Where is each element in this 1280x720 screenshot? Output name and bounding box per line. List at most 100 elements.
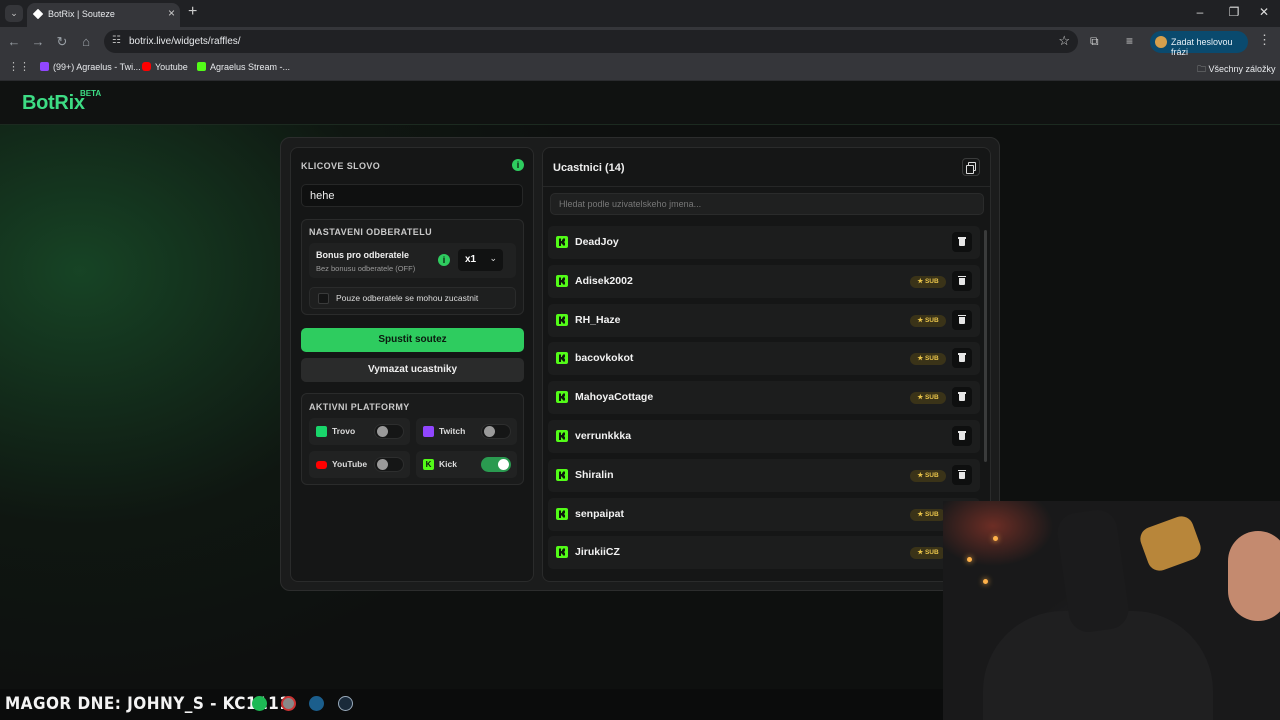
bookmark-star-icon[interactable]: ☆	[1058, 33, 1070, 49]
delete-participant-button[interactable]	[952, 232, 972, 252]
reload-icon[interactable]: ↻	[54, 34, 70, 50]
delete-participant-button[interactable]	[952, 426, 972, 446]
twitch-icon	[40, 62, 49, 71]
scrollbar[interactable]	[984, 230, 987, 462]
delete-participant-button[interactable]	[952, 348, 972, 369]
clear-participants-button[interactable]: Vymazat ucastniky	[301, 358, 524, 382]
stream-ticker: MAGOR DNE: JOHNY_S - KC1111	[0, 689, 943, 720]
kick-icon	[556, 313, 568, 326]
participant-name: verrunkkka	[575, 430, 632, 442]
bookmarks-bar: ⋮⋮ (99+) Agraelus - Twi... Youtube Agrae…	[0, 57, 1280, 81]
only-subscribers-label: Pouze odberatele se mohou zucastnit	[336, 293, 479, 303]
youtube-icon	[142, 62, 151, 71]
participant-row: verrunkkka	[548, 420, 980, 453]
all-bookmarks-label: Všechny záložky	[1208, 64, 1276, 74]
participant-name: Shiralin	[575, 468, 614, 481]
only-subscribers-option[interactable]: Pouze odberatele se mohou zucastnit	[309, 287, 516, 309]
only-subscribers-checkbox[interactable]	[318, 293, 329, 304]
logo[interactable]: BotRix	[22, 92, 85, 115]
info-icon[interactable]: i	[512, 159, 524, 171]
new-tab-icon[interactable]: +	[188, 3, 197, 21]
platform-trovo: Trovo	[309, 418, 410, 445]
sub-badge: ★ SUB	[910, 353, 946, 366]
participant-row: bacovkokot ★ SUB	[548, 342, 980, 376]
participant-row: Adisek2002 ★ SUB	[548, 264, 980, 298]
kick-icon	[556, 236, 568, 248]
sub-badge: ★ SUB	[910, 392, 946, 405]
bonus-subtitle: Bez bonusu odberatele (OFF)	[316, 264, 416, 273]
site-info-icon[interactable]: ☷	[112, 35, 121, 46]
sub-badge-label: SUB	[924, 549, 939, 557]
media-controls-icon[interactable]: ≡	[1126, 34, 1133, 48]
keyword-title: KLICOVE SLOVO	[301, 161, 381, 171]
active-platforms: AKTIVNI PLATFORMY Trovo Twitch YouTube K…	[301, 393, 524, 485]
participant-name: senpaipat	[575, 507, 625, 520]
bookmark-kick[interactable]: Agraelus Stream -...	[197, 62, 290, 72]
sub-badge: ★ SUB	[910, 547, 946, 560]
kick-icon	[556, 507, 568, 520]
delete-participant-button[interactable]	[952, 309, 972, 330]
close-icon[interactable]: ×	[168, 6, 175, 20]
minimize-icon[interactable]: –	[1190, 5, 1210, 19]
address-bar[interactable]: ☷ botrix.live/widgets/raffles/ ☆	[104, 30, 1078, 53]
avatar	[1155, 36, 1167, 48]
trovo-toggle[interactable]	[374, 424, 404, 439]
active-tab[interactable]: BotRix | Souteze ×	[27, 3, 180, 27]
app-header: BotRix BETA	[0, 81, 1280, 125]
app-icon[interactable]	[338, 696, 353, 711]
participant-name: JirukiiCZ	[575, 546, 620, 559]
bookmark-twitch[interactable]: (99+) Agraelus - Twi...	[40, 62, 141, 72]
platform-name: Kick	[439, 459, 457, 469]
tab-title: BotRix | Souteze	[48, 9, 115, 19]
youtube-toggle[interactable]	[374, 457, 404, 472]
home-icon[interactable]: ⌂	[78, 34, 94, 49]
participant-row: senpaipat ★ SUB	[548, 497, 980, 531]
sub-badge: ★ SUB	[910, 275, 946, 288]
window-close-icon[interactable]: ✕	[1254, 5, 1274, 19]
apps-grid-icon[interactable]: ⋮⋮	[8, 60, 30, 73]
botrix-favicon-icon	[32, 8, 44, 20]
profile-button[interactable]: Zadat heslovou frázi	[1150, 31, 1248, 57]
participant-list: DeadJoy Adisek2002 ★ SUB RH_Haze ★ SUB bacovk…	[548, 226, 980, 581]
spotify-icon[interactable]	[252, 696, 267, 711]
restore-icon[interactable]: ❐	[1224, 5, 1244, 19]
sub-badge-label: SUB	[924, 394, 939, 402]
sub-badge-label: SUB	[924, 277, 939, 285]
steam-icon[interactable]	[309, 696, 324, 711]
kick-icon	[556, 546, 568, 559]
delete-participant-button[interactable]	[952, 464, 972, 485]
info-icon[interactable]: i	[438, 254, 450, 266]
chevron-down-icon: ⌄	[489, 253, 497, 263]
twitch-toggle[interactable]	[481, 424, 511, 439]
copy-icon[interactable]	[962, 158, 980, 176]
participant-name: RH_Haze	[575, 313, 621, 326]
delete-participant-button[interactable]	[952, 270, 972, 291]
start-raffle-button[interactable]: Spustit soutez	[301, 328, 524, 352]
chrome-icon[interactable]	[281, 696, 296, 711]
sub-badge: ★ SUB	[910, 314, 946, 327]
all-bookmarks-folder[interactable]: 🗀 Všechny záložky	[1197, 62, 1276, 78]
forward-icon[interactable]: →	[30, 34, 46, 49]
kebab-menu-icon[interactable]: ⋮	[1258, 32, 1271, 48]
sub-badge-label: SUB	[924, 316, 939, 324]
kick-toggle[interactable]	[481, 457, 511, 472]
bookmark-label: Agraelus Stream -...	[210, 62, 291, 72]
delete-participant-button[interactable]	[952, 387, 972, 408]
trovo-icon	[316, 426, 327, 437]
divider	[543, 186, 990, 187]
multiplier-select[interactable]: x1 ⌄	[458, 249, 503, 271]
participant-search-input[interactable]	[550, 193, 984, 215]
sub-badge: ★ SUB	[910, 469, 946, 482]
participants-title: Ucastnici (14)	[553, 162, 625, 174]
kick-icon	[197, 62, 206, 71]
kick-icon	[556, 352, 568, 365]
raffle-settings-panel: KLICOVE SLOVO i hehe NASTAVENI ODBERATEL…	[290, 147, 534, 582]
keyword-input[interactable]: hehe	[301, 184, 523, 207]
bookmark-youtube[interactable]: Youtube	[142, 62, 188, 72]
bookmark-label: (99+) Agraelus - Twi...	[53, 62, 141, 72]
back-icon[interactable]: ←	[6, 34, 22, 49]
extensions-icon[interactable]: ⧉	[1090, 34, 1099, 49]
tab-search-button[interactable]: ⌄	[5, 5, 23, 22]
participant-name: Adisek2002	[575, 274, 633, 287]
participant-name: bacovkokot	[575, 352, 634, 365]
